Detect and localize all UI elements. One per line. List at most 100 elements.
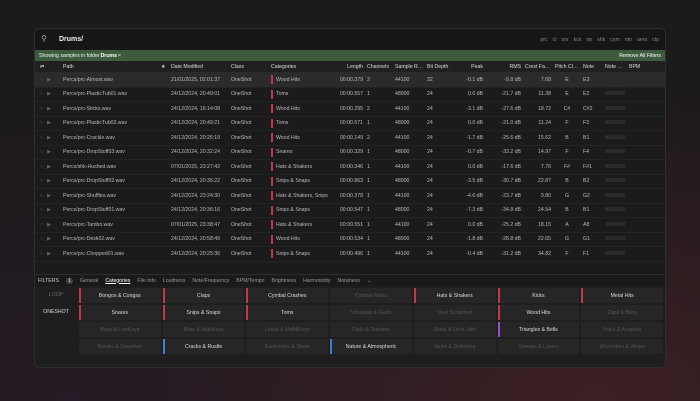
table-row[interactable]: ○ ▶ Percs/prc-DropStuff01.wav 24/12/2024, 2…: [35, 204, 665, 218]
play-icon[interactable]: ▶: [47, 106, 51, 112]
category-button[interactable]: Noise & Distortion: [413, 339, 496, 354]
checkbox-icon[interactable]: ○: [40, 193, 43, 199]
category-button[interactable]: Vinyl Scratches: [413, 305, 496, 320]
col-pitch-class[interactable]: Pitch Class: [553, 64, 581, 70]
filter-tab[interactable]: Loudness: [163, 278, 186, 284]
play-icon[interactable]: ▶: [47, 207, 51, 213]
play-icon[interactable]: ▶: [47, 178, 51, 184]
checkbox-icon[interactable]: ○: [40, 120, 43, 126]
category-button[interactable]: Explosions & Shots: [246, 339, 329, 354]
checkbox-icon[interactable]: ○: [40, 135, 43, 141]
filter-tab[interactable]: Categories: [105, 278, 130, 284]
class-loop[interactable]: LOOP: [35, 286, 77, 303]
tag-chip[interactable]: prc: [540, 37, 547, 43]
table-row[interactable]: ○ ▶ Percs/prc-Almost.wav 21/01/2025, 02:01:…: [35, 73, 665, 88]
category-button[interactable]: Voice & Acapella: [581, 322, 663, 337]
col-bpm[interactable]: BPM: [627, 64, 651, 70]
table-row[interactable]: ○ ▶ Percs/prc-PlasticTub02.wav 24/12/2024, …: [35, 117, 665, 131]
col-note-conf[interactable]: Note Conf.: [603, 64, 627, 70]
filter-tab[interactable]: BPM/Tempo: [236, 278, 264, 284]
category-button[interactable]: Vibraslap & Guiro: [330, 305, 412, 320]
filter-tab[interactable]: General: [80, 278, 98, 284]
class-oneshot[interactable]: ONESHOT: [35, 303, 77, 320]
col-date[interactable]: Date Modified: [169, 64, 229, 70]
category-button[interactable]: Snares: [79, 305, 161, 320]
checkbox-icon[interactable]: ○: [40, 106, 43, 112]
table-row[interactable]: ○ ▶ Percs/prc-Tambo.wav 07/01/2025, 23:38:4…: [35, 218, 665, 233]
shuffle-icon[interactable]: ⇄: [35, 64, 61, 70]
category-button[interactable]: Leads & MidHiKeys: [246, 322, 329, 337]
play-icon[interactable]: ▶: [47, 164, 51, 170]
col-peak[interactable]: Peak: [453, 64, 485, 70]
checkbox-icon[interactable]: ○: [40, 236, 43, 242]
col-path[interactable]: Path: [61, 64, 159, 70]
play-icon[interactable]: ▶: [47, 91, 51, 97]
category-button[interactable]: Breaks & Smashes: [79, 339, 161, 354]
checkbox-icon[interactable]: ○: [40, 207, 43, 213]
col-rms[interactable]: RMS: [485, 64, 523, 70]
table-row[interactable]: ○ ▶ Percs/prc-Desk02.wav 24/12/2024, 20:58:…: [35, 233, 665, 247]
chevron-down-icon[interactable]: ⌄: [367, 278, 371, 284]
table-row[interactable]: ○ ▶ Percs/prc-DropStuff02.wav 24/12/2024, 2…: [35, 175, 665, 189]
filter-tab[interactable]: Brightness: [272, 278, 297, 284]
col-note[interactable]: Note: [581, 64, 603, 70]
col-class[interactable]: Class: [229, 64, 269, 70]
col-bit-depth[interactable]: Bit Depth: [425, 64, 453, 70]
tag-chip[interactable]: cl: [553, 37, 557, 43]
tag-chip[interactable]: cym: [610, 37, 620, 43]
remove-all-filters-button[interactable]: Remove All Filters: [619, 53, 661, 59]
category-button[interactable]: Triangles & Bells: [497, 322, 580, 337]
category-button[interactable]: Blips & HighKeys: [162, 322, 245, 337]
category-button[interactable]: Kicks: [497, 288, 580, 303]
checkbox-icon[interactable]: ○: [40, 222, 43, 228]
category-button[interactable]: Nature & Atmospheric: [330, 339, 412, 354]
category-button[interactable]: Snips & Snaps: [162, 305, 245, 320]
play-icon[interactable]: ▶: [47, 77, 51, 83]
tag-chip[interactable]: op: [586, 37, 592, 43]
category-button[interactable]: Zaps & Blips: [581, 305, 663, 320]
tag-chip[interactable]: kck: [574, 37, 582, 43]
col-length[interactable]: Length: [329, 64, 365, 70]
play-icon[interactable]: ▶: [47, 135, 51, 141]
table-row[interactable]: ○ ▶ Percs/prc-Chopped01.wav 24/12/2024, 20:…: [35, 247, 665, 262]
category-button[interactable]: Cymbal Rides: [330, 288, 412, 303]
search-input[interactable]: Drums/: [59, 36, 83, 43]
table-row[interactable]: ○ ▶ Percs/prc-Crackle.wav 24/12/2024, 20:25…: [35, 131, 665, 146]
tag-chip[interactable]: aero: [637, 37, 647, 43]
filter-tab[interactable]: Noisiness: [337, 278, 360, 284]
col-sample-rate[interactable]: Sample Rate: [393, 64, 425, 70]
filter-tab[interactable]: Harmonicity: [303, 278, 330, 284]
checkbox-icon[interactable]: ○: [40, 164, 43, 170]
category-button[interactable]: Metal Hits: [581, 288, 663, 303]
checkbox-icon[interactable]: ○: [40, 149, 43, 155]
category-button[interactable]: Stabs & Orch. Hits: [413, 322, 496, 337]
play-icon[interactable]: ▶: [47, 149, 51, 155]
table-row[interactable]: ○ ▶ Percs/shk-Hushed.wav 07/01/2025, 23:27:…: [35, 160, 665, 175]
notice-close-icon[interactable]: ×: [118, 53, 121, 59]
table-row[interactable]: ○ ▶ Percs/prc-Sticks.wav 24/12/2024, 16:14:…: [35, 102, 665, 117]
col-crest-factor[interactable]: Crest Factor: [523, 64, 553, 70]
category-button[interactable]: Hats & Shakers: [413, 288, 496, 303]
play-icon[interactable]: ▶: [47, 120, 51, 126]
filter-tab[interactable]: Note/Frequency: [192, 278, 229, 284]
filter-tab[interactable]: File Info: [137, 278, 155, 284]
category-button[interactable]: Cracks & Rustle: [162, 339, 245, 354]
tag-chip[interactable]: snr: [561, 37, 568, 43]
play-icon[interactable]: ▶: [47, 251, 51, 257]
table-row[interactable]: ○ ▶ Percs/prc-PlasticTub01.wav 24/12/2024, …: [35, 88, 665, 102]
col-favorite[interactable]: ★: [159, 64, 169, 70]
category-button[interactable]: Wood Hits: [497, 305, 580, 320]
category-button[interactable]: Sweeps & Lasers: [497, 339, 580, 354]
category-button[interactable]: Pads & Textures: [330, 322, 412, 337]
checkbox-icon[interactable]: ○: [40, 91, 43, 97]
category-button[interactable]: Bongos & Congas: [79, 288, 161, 303]
checkbox-icon[interactable]: ○: [40, 77, 43, 83]
category-button[interactable]: Claps: [162, 288, 245, 303]
tag-chip[interactable]: clp: [652, 37, 659, 43]
table-row[interactable]: ○ ▶ Percs/prc-DropStuff03.wav 24/12/2024, 2…: [35, 146, 665, 160]
play-icon[interactable]: ▶: [47, 193, 51, 199]
tag-chip[interactable]: shk: [597, 37, 605, 43]
search-icon[interactable]: ⚲: [41, 34, 53, 46]
col-categories[interactable]: Categories: [269, 64, 329, 70]
tag-chip[interactable]: rim: [625, 37, 632, 43]
